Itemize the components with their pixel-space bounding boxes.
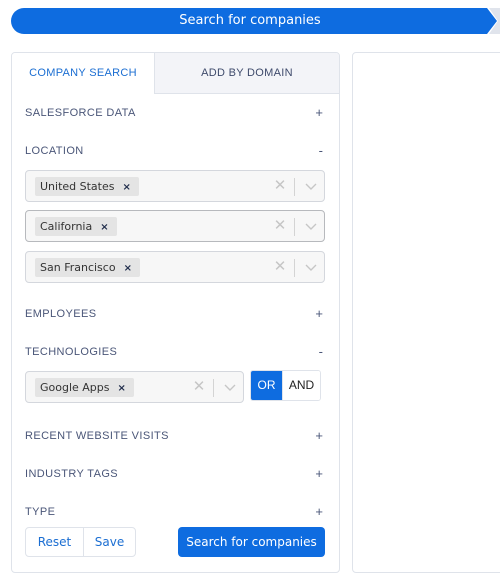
expand-icon[interactable]: + [315, 426, 323, 446]
filter-chip: California × [35, 217, 117, 236]
expand-icon[interactable]: + [315, 304, 323, 324]
section-technologies[interactable]: TECHNOLOGIES - [25, 342, 323, 362]
chevron-down-icon[interactable] [304, 258, 318, 276]
path-step-search-for-companies[interactable]: Search for companies [11, 8, 489, 34]
divider [294, 178, 295, 196]
section-label: EMPLOYEES [25, 308, 97, 320]
logic-toggle: OR AND [250, 370, 321, 401]
clear-icon[interactable]: ✕ [273, 177, 287, 195]
filter-chip: United States × [35, 177, 139, 196]
save-button[interactable]: Save [83, 528, 135, 556]
chip-label: San Francisco [40, 261, 116, 274]
expand-icon[interactable]: + [315, 103, 323, 123]
search-for-companies-button[interactable]: Search for companies [178, 527, 325, 557]
and-toggle-button[interactable]: AND [282, 371, 320, 400]
collapse-icon[interactable]: - [319, 342, 323, 362]
section-label: TECHNOLOGIES [25, 346, 118, 358]
remove-chip-icon[interactable]: × [123, 178, 131, 197]
chip-label: United States [40, 180, 115, 193]
section-employees[interactable]: EMPLOYEES + [25, 304, 323, 324]
section-label: LOCATION [25, 145, 84, 157]
collapse-icon[interactable]: - [319, 141, 323, 161]
remove-chip-icon[interactable]: × [124, 259, 132, 278]
section-recent-website-visits[interactable]: RECENT WEBSITE VISITS + [25, 426, 323, 446]
location-state-select[interactable]: California × ✕ [25, 210, 325, 242]
location-city-select[interactable]: San Francisco × ✕ [25, 251, 325, 283]
chip-label: Google Apps [40, 381, 110, 394]
reset-save-group: Reset Save [25, 527, 136, 557]
section-label: INDUSTRY TAGS [25, 468, 119, 480]
section-industry-tags[interactable]: INDUSTRY TAGS + [25, 464, 323, 484]
filter-chip: San Francisco × [35, 258, 140, 277]
clear-icon[interactable]: ✕ [273, 217, 287, 235]
chevron-down-icon[interactable] [223, 378, 237, 396]
technologies-select[interactable]: Google Apps × ✕ [25, 371, 244, 403]
filter-chip: Google Apps × [35, 378, 134, 397]
chevron-down-icon[interactable] [304, 217, 318, 235]
or-toggle-button[interactable]: OR [251, 371, 282, 400]
divider [294, 259, 295, 277]
reset-button[interactable]: Reset [26, 528, 83, 556]
divider [213, 379, 214, 397]
chip-label: California [40, 220, 93, 233]
section-label: SALESFORCE DATA [25, 107, 136, 119]
results-panel [352, 52, 500, 573]
section-salesforce-data[interactable]: SALESFORCE DATA + [25, 103, 323, 123]
tab-bar: COMPANY SEARCH ADD BY DOMAIN [12, 53, 339, 94]
tab-company-search[interactable]: COMPANY SEARCH [12, 53, 154, 94]
clear-icon[interactable]: ✕ [192, 378, 206, 396]
location-country-select[interactable]: United States × ✕ [25, 170, 325, 202]
section-label: TYPE [25, 506, 56, 518]
clear-icon[interactable]: ✕ [273, 258, 287, 276]
section-location[interactable]: LOCATION - [25, 141, 323, 161]
remove-chip-icon[interactable]: × [100, 218, 108, 237]
chevron-down-icon[interactable] [304, 177, 318, 195]
tab-add-by-domain[interactable]: ADD BY DOMAIN [154, 53, 339, 94]
expand-icon[interactable]: + [315, 502, 323, 522]
remove-chip-icon[interactable]: × [118, 379, 126, 398]
path-bar: Search for companies [11, 8, 500, 34]
divider [294, 218, 295, 236]
expand-icon[interactable]: + [315, 464, 323, 484]
section-type[interactable]: TYPE + [25, 502, 323, 522]
section-label: RECENT WEBSITE VISITS [25, 430, 169, 442]
